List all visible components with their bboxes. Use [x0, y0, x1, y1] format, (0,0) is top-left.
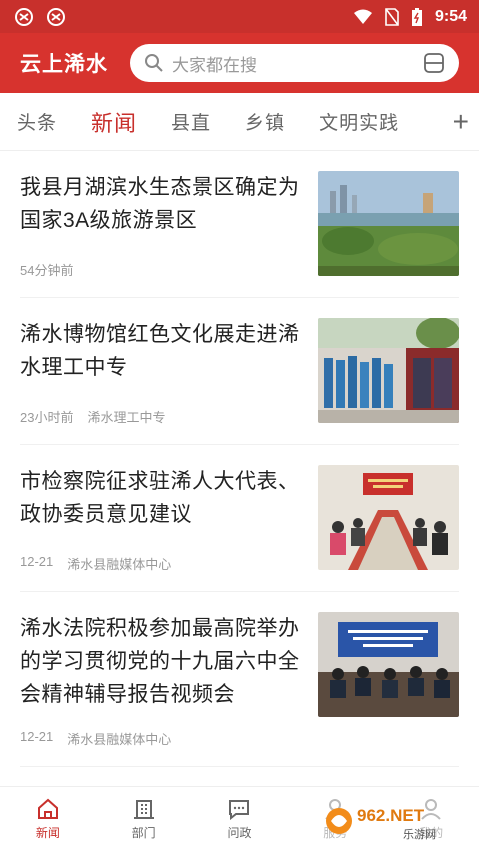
news-thumbnail: [318, 465, 459, 570]
watermark-text: 962.NET: [357, 806, 425, 825]
tab-headlines[interactable]: 头条: [17, 108, 57, 135]
news-title: 浠水博物馆红色文化展走进浠水理工中专: [20, 323, 300, 379]
tab-news[interactable]: 新闻: [91, 106, 137, 138]
tab-towns[interactable]: 乡镇: [245, 108, 285, 135]
news-time: 54分钟前: [20, 263, 74, 278]
home-icon: [37, 798, 58, 819]
notification-icon: [15, 7, 33, 26]
nav-inquiry-label: 问政: [227, 825, 252, 840]
nav-news-label: 新闻: [35, 825, 60, 840]
search-placeholder: 大家都在搜: [172, 55, 257, 75]
news-title: 我县月湖滨水生态景区确定为国家3A级旅游景区: [20, 176, 300, 232]
news-source: 浠水县融媒体中心: [67, 557, 172, 572]
nav-departments-label: 部门: [131, 825, 156, 840]
scan-icon[interactable]: [423, 52, 445, 74]
news-time: 12-21: [20, 554, 54, 569]
tab-civilization[interactable]: 文明实践: [319, 108, 399, 135]
news-item[interactable]: 市检察院征求驻浠人大代表、政协委员意见建议 12-21 浠水县融媒体中心: [20, 445, 459, 592]
add-tab-button[interactable]: +: [453, 106, 469, 138]
news-source: 浠水理工中专: [87, 410, 166, 425]
news-title: 市检察院征求驻浠人大代表、政协委员意见建议: [20, 470, 300, 526]
notification-icon: [47, 7, 65, 26]
news-thumbnail: [318, 612, 459, 717]
news-list: 我县月湖滨水生态景区确定为国家3A级旅游景区 54分钟前 浠水博物馆红色文化展走…: [0, 151, 479, 767]
app-header: 云上浠水 大家都在搜: [0, 33, 479, 93]
category-tabs: 头条 新闻 县直 乡镇 文明实践 +: [0, 93, 479, 151]
news-time: 12-21: [20, 729, 54, 744]
watermark-subtext: 乐游网: [403, 828, 436, 841]
news-source: 浠水县融媒体中心: [67, 732, 172, 747]
nav-departments[interactable]: 部门: [104, 798, 184, 841]
news-time: 23小时前: [20, 410, 74, 425]
no-sim-icon: [385, 7, 399, 26]
nav-news[interactable]: 新闻: [8, 798, 88, 841]
battery-icon: [411, 7, 422, 26]
news-item[interactable]: 浠水博物馆红色文化展走进浠水理工中专 23小时前 浠水理工中专: [20, 298, 459, 445]
news-item[interactable]: 我县月湖滨水生态景区确定为国家3A级旅游景区 54分钟前: [20, 151, 459, 298]
site-watermark: 962.NET 乐游网: [321, 799, 471, 843]
message-icon: [229, 799, 250, 820]
news-title: 浠水法院积极参加最高院举办的学习贯彻党的十九届六中全会精神辅导报告视频会: [20, 617, 300, 706]
nav-inquiry[interactable]: 问政: [199, 798, 279, 841]
app-title: 云上浠水: [20, 53, 108, 76]
wifi-icon: [353, 9, 372, 24]
tab-county[interactable]: 县直: [171, 108, 211, 135]
news-thumbnail: [318, 318, 459, 423]
search-icon: [145, 54, 163, 72]
news-thumbnail: [318, 171, 459, 276]
building-icon: [133, 799, 154, 819]
status-bar: 9:54: [0, 0, 479, 33]
search-input[interactable]: 大家都在搜: [130, 44, 459, 82]
status-time: 9:54: [434, 7, 467, 25]
news-item[interactable]: 浠水法院积极参加最高院举办的学习贯彻党的十九届六中全会精神辅导报告视频会 12-…: [20, 592, 459, 767]
